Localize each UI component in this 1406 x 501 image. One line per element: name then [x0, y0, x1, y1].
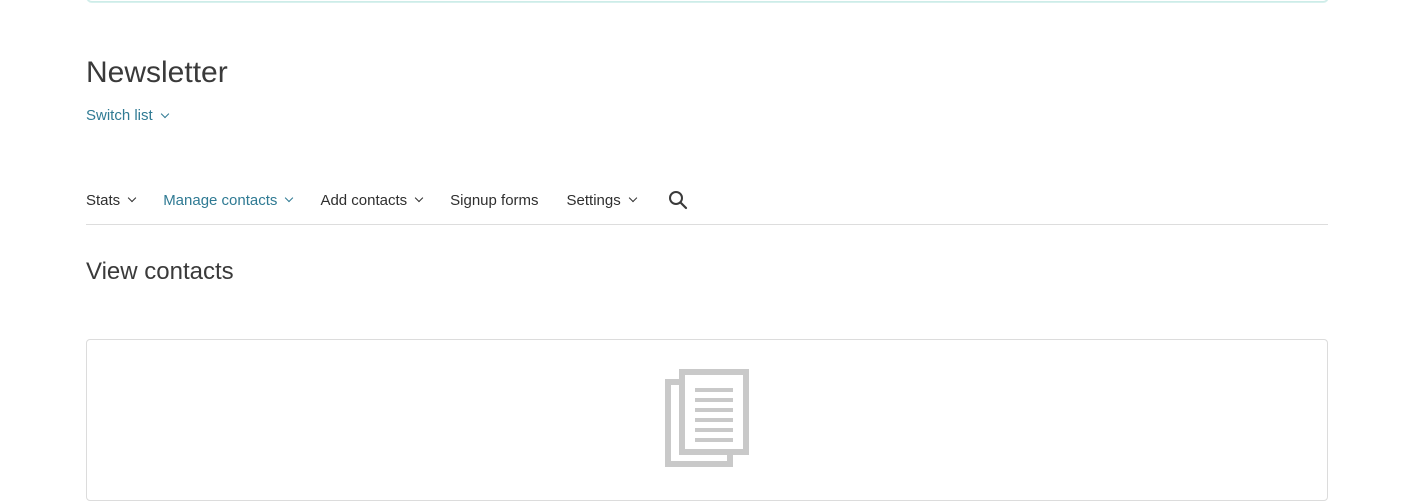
- chevron-down-icon: [628, 193, 637, 203]
- contacts-panel: [86, 339, 1328, 501]
- tab-add-contacts[interactable]: Add contacts: [320, 186, 424, 214]
- tab-label: Stats: [86, 191, 121, 209]
- search-button[interactable]: [664, 186, 692, 214]
- tab-stats[interactable]: Stats: [86, 186, 137, 214]
- tab-label: Manage contacts: [163, 191, 278, 209]
- chevron-down-icon: [414, 193, 424, 203]
- page-title: Newsletter: [86, 56, 228, 89]
- search-icon: [668, 191, 687, 210]
- chevron-down-icon: [127, 193, 137, 203]
- switch-list-label: Switch list: [86, 107, 153, 124]
- tab-manage-contacts[interactable]: Manage contacts: [163, 186, 294, 214]
- tab-label: Signup forms: [450, 191, 539, 209]
- list-nav-tabs: Stats Manage contacts Add contacts Signu…: [86, 186, 1328, 225]
- section-title: View contacts: [86, 258, 234, 285]
- tab-settings[interactable]: Settings: [566, 186, 637, 214]
- switch-list-button[interactable]: Switch list: [86, 107, 169, 124]
- tab-label: Add contacts: [320, 191, 408, 209]
- chevron-down-icon: [160, 109, 169, 118]
- top-banner: [86, 0, 1329, 2]
- documents-icon: [665, 369, 749, 467]
- tab-label: Settings: [566, 191, 621, 209]
- tab-signup-forms[interactable]: Signup forms: [450, 186, 538, 214]
- chevron-down-icon: [285, 193, 294, 203]
